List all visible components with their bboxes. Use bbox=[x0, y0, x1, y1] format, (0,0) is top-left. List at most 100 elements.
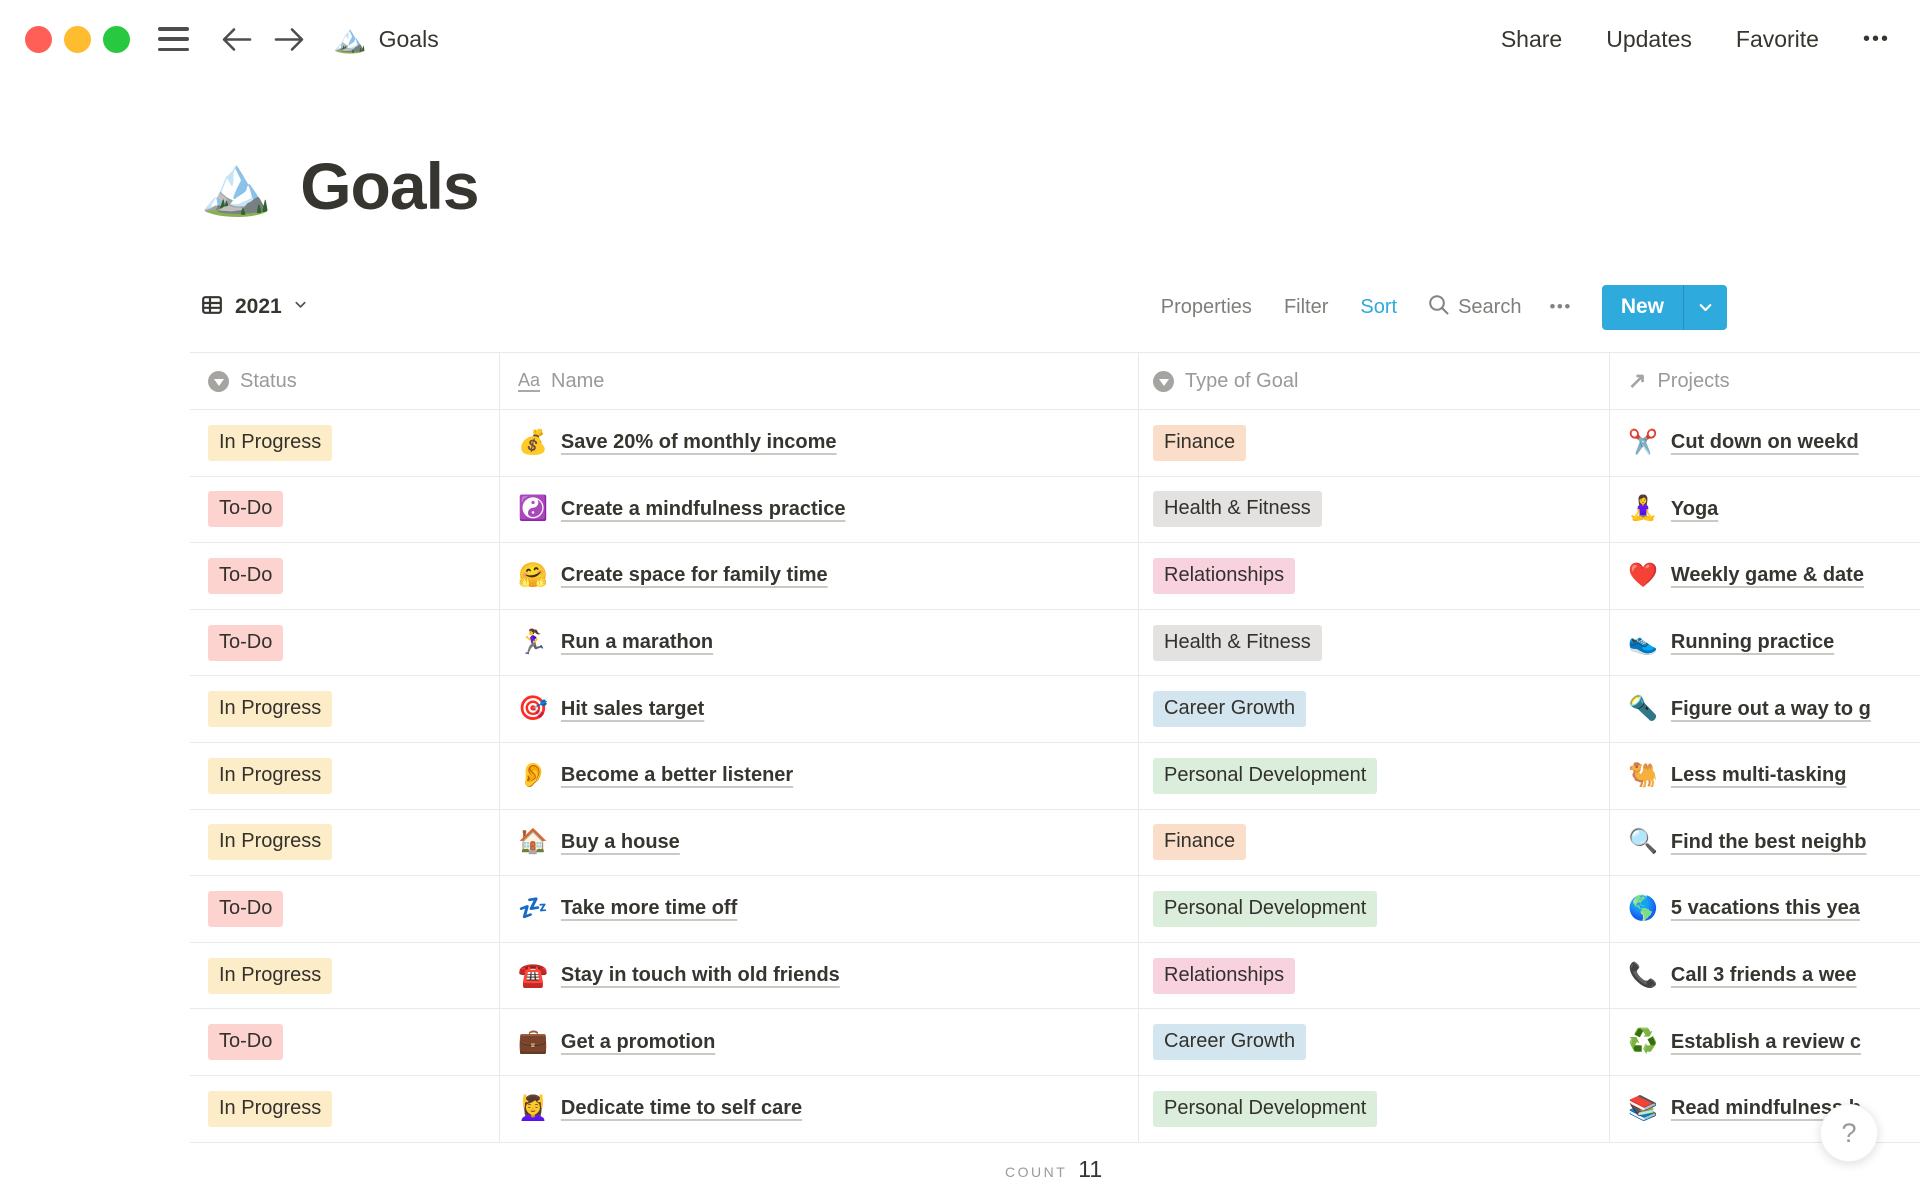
view-tab-2021[interactable]: 2021 bbox=[200, 293, 308, 322]
projects-cell[interactable]: ♻️ Establish a review c bbox=[1610, 1009, 1920, 1075]
name-link[interactable]: Create space for family time bbox=[561, 564, 828, 587]
name-link[interactable]: Stay in touch with old friends bbox=[561, 964, 840, 987]
column-header-projects[interactable]: ↗ Projects bbox=[1610, 353, 1920, 409]
name-link[interactable]: Take more time off bbox=[561, 897, 737, 920]
type-badge[interactable]: Health & Fitness bbox=[1153, 624, 1322, 661]
status-cell[interactable]: To-Do bbox=[190, 1009, 500, 1075]
type-badge[interactable]: Finance bbox=[1153, 424, 1247, 461]
name-cell[interactable]: 🏠 Buy a house bbox=[500, 809, 1139, 876]
type-badge[interactable]: Career Growth bbox=[1153, 1024, 1307, 1061]
name-link[interactable]: Run a marathon bbox=[561, 631, 713, 654]
new-dropdown-button[interactable] bbox=[1683, 284, 1727, 330]
forward-arrow-icon[interactable] bbox=[274, 26, 305, 53]
name-link[interactable]: Dedicate time to self care bbox=[561, 1097, 802, 1120]
close-window-button[interactable] bbox=[25, 25, 52, 53]
project-link[interactable]: Running practice bbox=[1671, 631, 1834, 654]
type-badge[interactable]: Personal Development bbox=[1153, 1090, 1378, 1127]
project-link[interactable]: Establish a review c bbox=[1671, 1031, 1861, 1054]
projects-cell[interactable]: 🌎 5 vacations this yea bbox=[1610, 876, 1920, 942]
project-link[interactable]: Figure out a way to g bbox=[1671, 698, 1871, 721]
page-title[interactable]: Goals bbox=[300, 148, 479, 224]
status-badge[interactable]: To-Do bbox=[208, 491, 284, 528]
type-of-goal-cell[interactable]: Career Growth bbox=[1139, 1009, 1610, 1075]
status-badge[interactable]: In Progress bbox=[208, 957, 333, 994]
name-cell[interactable]: 👂 Become a better listener bbox=[500, 742, 1139, 809]
name-link[interactable]: Become a better listener bbox=[561, 764, 793, 787]
search-button[interactable]: Search bbox=[1413, 287, 1535, 327]
breadcrumb[interactable]: 🏔️ Goals bbox=[333, 25, 439, 53]
status-badge[interactable]: To-Do bbox=[208, 890, 284, 927]
project-link[interactable]: Weekly game & date bbox=[1671, 564, 1864, 587]
status-badge[interactable]: In Progress bbox=[208, 424, 333, 461]
status-cell[interactable]: To-Do bbox=[190, 876, 500, 942]
status-cell[interactable]: To-Do bbox=[190, 476, 500, 543]
type-of-goal-cell[interactable]: Relationships bbox=[1139, 543, 1610, 609]
type-of-goal-cell[interactable]: Career Growth bbox=[1139, 676, 1610, 742]
status-cell[interactable]: In Progress bbox=[190, 676, 500, 742]
type-badge[interactable]: Personal Development bbox=[1153, 757, 1378, 794]
status-badge[interactable]: To-Do bbox=[208, 557, 284, 594]
type-of-goal-cell[interactable]: Health & Fitness bbox=[1139, 609, 1610, 676]
status-cell[interactable]: To-Do bbox=[190, 543, 500, 609]
status-badge[interactable]: In Progress bbox=[208, 757, 333, 794]
type-badge[interactable]: Health & Fitness bbox=[1153, 491, 1322, 528]
status-cell[interactable]: In Progress bbox=[190, 1075, 500, 1142]
properties-button[interactable]: Properties bbox=[1145, 290, 1268, 325]
column-header-name[interactable]: Aa Name bbox=[500, 353, 1139, 409]
help-button[interactable]: ? bbox=[1820, 1104, 1878, 1162]
type-badge[interactable]: Relationships bbox=[1153, 557, 1296, 594]
name-link[interactable]: Hit sales target bbox=[561, 698, 704, 721]
status-cell[interactable]: To-Do bbox=[190, 609, 500, 676]
projects-cell[interactable]: 👟 Running practice bbox=[1610, 610, 1920, 676]
column-header-status[interactable]: Status bbox=[190, 353, 500, 409]
status-cell[interactable]: In Progress bbox=[190, 742, 500, 809]
status-badge[interactable]: In Progress bbox=[208, 1090, 333, 1127]
name-link[interactable]: Create a mindfulness practice bbox=[561, 498, 846, 521]
name-cell[interactable]: 💆‍♀️ Dedicate time to self care bbox=[500, 1075, 1139, 1142]
project-link[interactable]: 5 vacations this yea bbox=[1671, 897, 1860, 920]
favorite-button[interactable]: Favorite bbox=[1736, 26, 1819, 53]
status-badge[interactable]: In Progress bbox=[208, 824, 333, 861]
status-badge[interactable]: To-Do bbox=[208, 624, 284, 661]
projects-cell[interactable]: 🔦 Figure out a way to g bbox=[1610, 676, 1920, 742]
projects-cell[interactable]: 🔍 Find the best neighb bbox=[1610, 810, 1920, 876]
type-of-goal-cell[interactable]: Finance bbox=[1139, 809, 1610, 876]
project-link[interactable]: Yoga bbox=[1671, 498, 1718, 521]
type-badge[interactable]: Personal Development bbox=[1153, 890, 1378, 927]
type-of-goal-cell[interactable]: Relationships bbox=[1139, 942, 1610, 1009]
type-of-goal-cell[interactable]: Finance bbox=[1139, 410, 1610, 476]
project-link[interactable]: Cut down on weekd bbox=[1671, 431, 1859, 454]
type-badge[interactable]: Finance bbox=[1153, 824, 1247, 861]
status-badge[interactable]: In Progress bbox=[208, 691, 333, 728]
name-cell[interactable]: 💰 Save 20% of monthly income bbox=[500, 410, 1139, 476]
updates-button[interactable]: Updates bbox=[1606, 26, 1692, 53]
view-more-options-icon[interactable]: ••• bbox=[1535, 291, 1585, 323]
projects-cell[interactable]: 🐫 Less multi-tasking bbox=[1610, 743, 1920, 809]
type-of-goal-cell[interactable]: Personal Development bbox=[1139, 876, 1610, 942]
status-cell[interactable]: In Progress bbox=[190, 809, 500, 876]
share-button[interactable]: Share bbox=[1501, 26, 1562, 53]
status-badge[interactable]: To-Do bbox=[208, 1024, 284, 1061]
status-cell[interactable]: In Progress bbox=[190, 942, 500, 1009]
name-cell[interactable]: 🏃‍♀️ Run a marathon bbox=[500, 609, 1139, 676]
type-of-goal-cell[interactable]: Health & Fitness bbox=[1139, 476, 1610, 543]
type-badge[interactable]: Career Growth bbox=[1153, 691, 1307, 728]
name-cell[interactable]: 🎯 Hit sales target bbox=[500, 676, 1139, 742]
status-cell[interactable]: In Progress bbox=[190, 410, 500, 476]
page-mountain-icon[interactable]: 🏔️ bbox=[200, 157, 272, 215]
name-cell[interactable]: ☎️ Stay in touch with old friends bbox=[500, 942, 1139, 1009]
filter-button[interactable]: Filter bbox=[1268, 290, 1344, 325]
type-of-goal-cell[interactable]: Personal Development bbox=[1139, 1075, 1610, 1142]
type-badge[interactable]: Relationships bbox=[1153, 957, 1296, 994]
projects-cell[interactable]: ❤️ Weekly game & date bbox=[1610, 543, 1920, 609]
sidebar-menu-icon[interactable] bbox=[158, 27, 189, 51]
name-cell[interactable]: 🤗 Create space for family time bbox=[500, 543, 1139, 609]
name-link[interactable]: Get a promotion bbox=[561, 1031, 715, 1054]
projects-cell[interactable]: 🧘‍♀️ Yoga bbox=[1610, 477, 1920, 543]
maximize-window-button[interactable] bbox=[103, 25, 130, 53]
more-options-icon[interactable]: ••• bbox=[1863, 28, 1890, 51]
minimize-window-button[interactable] bbox=[64, 25, 91, 53]
type-of-goal-cell[interactable]: Personal Development bbox=[1139, 742, 1610, 809]
project-link[interactable]: Less multi-tasking bbox=[1671, 764, 1847, 787]
new-button[interactable]: New bbox=[1602, 285, 1683, 330]
